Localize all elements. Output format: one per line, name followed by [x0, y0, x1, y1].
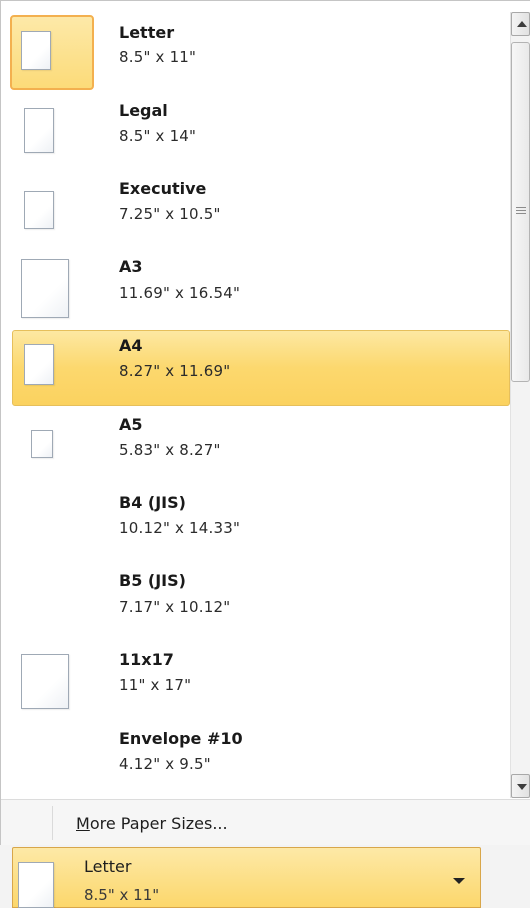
- paper-thumbnail-icon: [31, 430, 53, 458]
- more-paper-sizes-footer: More Paper Sizes...: [1, 799, 530, 845]
- paper-size-list: Letter 8.5" x 11" Legal 8.5" x 14" Execu…: [1, 1, 510, 798]
- paper-size-item-envelope-10[interactable]: [10, 723, 510, 798]
- paper-size-name: Letter: [119, 23, 175, 42]
- paper-size-item-a5[interactable]: [10, 409, 510, 484]
- paper-size-name: Legal: [119, 101, 168, 120]
- scrollbar-grip-icon: [516, 207, 526, 215]
- paper-size-dropdown[interactable]: Letter 8.5" x 11": [12, 847, 481, 908]
- paper-size-item-a3[interactable]: [10, 249, 510, 327]
- paper-size-name: Envelope #10: [119, 729, 243, 748]
- paper-size-item-executive[interactable]: [10, 172, 510, 247]
- paper-size-item-b5-jis[interactable]: [10, 565, 510, 640]
- dropdown-selected-dims: 8.5" x 11": [84, 886, 160, 904]
- paper-size-name: B4 (JIS): [119, 493, 186, 512]
- paper-thumbnail-icon: [24, 191, 54, 229]
- paper-thumbnail-icon: [18, 862, 54, 908]
- paper-size-dims: 4.12" x 9.5": [119, 755, 211, 773]
- paper-size-name: A5: [119, 415, 143, 434]
- paper-size-dims: 11" x 17": [119, 676, 192, 694]
- paper-thumbnail-icon: [21, 259, 69, 318]
- paper-size-dims: 7.17" x 10.12": [119, 598, 231, 616]
- dropdown-selected-name: Letter: [84, 857, 132, 876]
- paper-size-item-11x17[interactable]: [10, 643, 510, 720]
- paper-size-name: 11x17: [119, 650, 174, 669]
- paper-size-name: A4: [119, 336, 143, 355]
- paper-size-name: B5 (JIS): [119, 571, 186, 590]
- more-paper-sizes-link[interactable]: More Paper Sizes...: [76, 814, 228, 833]
- paper-size-dims: 8.5" x 11": [119, 48, 197, 66]
- scroll-down-arrow-icon: [517, 784, 527, 790]
- paper-thumbnail-icon: [21, 654, 69, 709]
- paper-size-name: Executive: [119, 179, 207, 198]
- vertical-scrollbar[interactable]: [510, 12, 530, 798]
- scroll-up-arrow-icon: [517, 21, 527, 27]
- paper-size-dims: 11.69" x 16.54": [119, 284, 241, 302]
- scrollbar-thumb[interactable]: [511, 42, 530, 382]
- paper-size-item-a4[interactable]: [12, 330, 510, 406]
- paper-size-dims: 10.12" x 14.33": [119, 519, 241, 537]
- paper-size-dims: 7.25" x 10.5": [119, 205, 221, 223]
- paper-size-dims: 8.5" x 14": [119, 127, 197, 145]
- paper-size-dims: 5.83" x 8.27": [119, 441, 221, 459]
- paper-size-item-b4-jis[interactable]: [10, 487, 510, 562]
- paper-size-item-legal[interactable]: [10, 95, 510, 170]
- scroll-down-button[interactable]: [511, 774, 530, 798]
- dropdown-arrow-icon[interactable]: [453, 878, 465, 884]
- mnemonic-letter: M: [76, 814, 90, 833]
- paper-thumbnail-icon: [24, 344, 54, 385]
- paper-thumbnail-icon: [24, 108, 54, 153]
- paper-thumbnail-icon: [21, 31, 51, 70]
- scroll-up-button[interactable]: [511, 12, 530, 36]
- paper-size-name: A3: [119, 257, 143, 276]
- more-paper-sizes-label: ore Paper Sizes...: [89, 814, 228, 833]
- menu-gutter-divider: [52, 806, 53, 840]
- paper-size-dims: 8.27" x 11.69": [119, 362, 231, 380]
